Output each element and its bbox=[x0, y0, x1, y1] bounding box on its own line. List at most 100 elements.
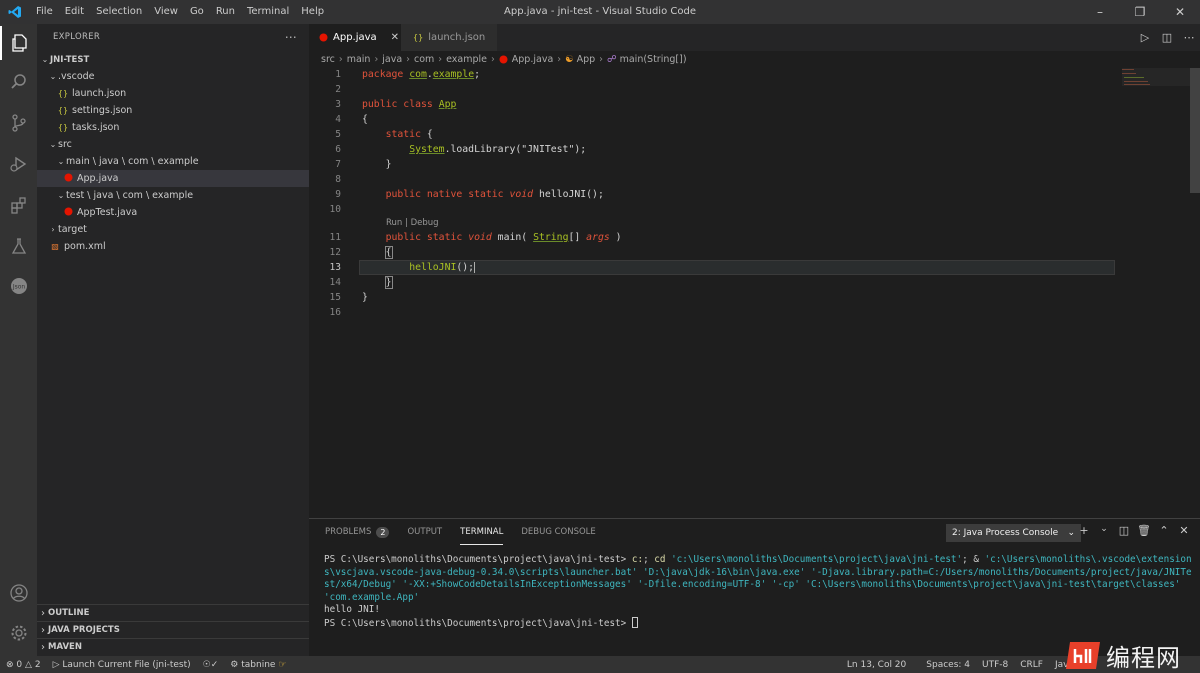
tree-folder-target[interactable]: › target bbox=[37, 221, 309, 238]
xml-file-icon: ▧ bbox=[51, 242, 59, 251]
minimize-button[interactable]: – bbox=[1080, 0, 1120, 24]
svg-text:Json: Json bbox=[11, 284, 25, 291]
terminal-output[interactable]: PS C:\Users\monoliths\Documents\project\… bbox=[324, 554, 1194, 630]
more-actions-icon[interactable]: ⋯ bbox=[285, 30, 297, 44]
new-terminal-icon[interactable]: + bbox=[1074, 524, 1094, 537]
tree-file-settings-json[interactable]: {} settings.json bbox=[37, 102, 309, 119]
split-terminal-icon[interactable]: ◫ bbox=[1114, 524, 1134, 537]
code-line: } bbox=[362, 159, 392, 170]
tree-folder-test[interactable]: ⌄ test \ java \ com \ example bbox=[37, 187, 309, 204]
java-status[interactable]: ☉✓ bbox=[197, 660, 225, 670]
section-java-projects[interactable]: › JAVA PROJECTS bbox=[37, 621, 309, 638]
codelens-run-debug[interactable]: Run | Debug bbox=[386, 218, 439, 228]
section-maven[interactable]: › MAVEN bbox=[37, 638, 309, 655]
close-tab-icon[interactable]: ✕ bbox=[391, 32, 399, 43]
menu-help[interactable]: Help bbox=[295, 0, 330, 24]
menu-selection[interactable]: Selection bbox=[90, 0, 148, 24]
crumb-com[interactable]: com bbox=[414, 54, 434, 65]
extensions-icon[interactable] bbox=[0, 188, 37, 222]
problems-status[interactable]: ⊗ 0 △ 2 bbox=[0, 660, 47, 670]
code-line: public class App bbox=[362, 99, 457, 110]
explorer-icon[interactable] bbox=[0, 26, 37, 60]
activity-bar: Json bbox=[0, 24, 37, 656]
account-icon[interactable] bbox=[0, 576, 37, 610]
close-panel-icon[interactable]: ✕ bbox=[1174, 524, 1194, 537]
minimap[interactable] bbox=[1122, 68, 1190, 98]
tab-terminal[interactable]: TERMINAL bbox=[460, 519, 504, 545]
menu-bar: File Edit Selection View Go Run Terminal… bbox=[30, 0, 330, 24]
line-number: 1 bbox=[335, 69, 341, 80]
close-window-button[interactable]: ✕ bbox=[1160, 0, 1200, 24]
editor-scrollbar[interactable] bbox=[1190, 68, 1200, 193]
tree-file-launch-json[interactable]: {} launch.json bbox=[37, 85, 309, 102]
more-actions-icon[interactable]: ⋯ bbox=[1178, 31, 1200, 44]
tree-folder-main[interactable]: ⌄ main \ java \ com \ example bbox=[37, 153, 309, 170]
menu-terminal[interactable]: Terminal bbox=[241, 0, 295, 24]
tabnine-icon: ⚙ bbox=[230, 659, 239, 670]
crumb-src[interactable]: src bbox=[321, 54, 335, 65]
eol-status[interactable]: CRLF bbox=[1014, 660, 1049, 670]
crumb-main[interactable]: main bbox=[347, 54, 371, 65]
json-file-icon: {} bbox=[413, 33, 424, 42]
vscode-logo-icon bbox=[0, 0, 30, 24]
crumb-file[interactable]: App.java bbox=[512, 54, 553, 65]
menu-run[interactable]: Run bbox=[210, 0, 241, 24]
restore-button[interactable]: ❐ bbox=[1120, 0, 1160, 24]
crumb-example[interactable]: example bbox=[446, 54, 487, 65]
indentation-status[interactable]: Spaces: 4 bbox=[920, 660, 976, 670]
tab-output[interactable]: OUTPUT bbox=[407, 519, 442, 545]
crumb-java[interactable]: java bbox=[382, 54, 402, 65]
chevron-down-icon[interactable]: ⌄ bbox=[1094, 524, 1114, 537]
crumb-class[interactable]: App bbox=[577, 54, 596, 65]
code-line: public static void main( String[] args ) bbox=[385, 232, 622, 243]
run-debug-icon[interactable] bbox=[0, 147, 37, 181]
line-number: 8 bbox=[335, 174, 341, 185]
line-number: 6 bbox=[335, 144, 341, 155]
tab-debug-console[interactable]: DEBUG CONSOLE bbox=[521, 519, 595, 545]
problems-count-badge: 2 bbox=[376, 526, 390, 538]
java-error-icon bbox=[499, 55, 508, 64]
breadcrumb: src › main › java › com › example › App.java ›… bbox=[321, 54, 687, 65]
explorer-sidebar: EXPLORER ⋯ ⌄ JNI-TEST ⌄ .vscode {} launch.j… bbox=[37, 24, 309, 656]
tree-folder-vscode[interactable]: ⌄ .vscode bbox=[37, 68, 309, 85]
tree-folder-src[interactable]: ⌄ src bbox=[37, 136, 309, 153]
menu-edit[interactable]: Edit bbox=[59, 0, 90, 24]
cursor-position[interactable]: Ln 13, Col 20 bbox=[841, 660, 912, 670]
line-number: 13 bbox=[329, 262, 341, 273]
terminal-select[interactable]: 2: Java Process Console ⌄ bbox=[946, 524, 1081, 542]
json-file-icon: {} bbox=[57, 123, 69, 132]
warning-icon: △ bbox=[25, 659, 32, 670]
launch-config-status[interactable]: ▷ Launch Current File (jni-test) bbox=[47, 660, 197, 670]
maximize-panel-icon[interactable]: ⌃ bbox=[1154, 524, 1174, 537]
search-icon[interactable] bbox=[0, 65, 37, 99]
tabnine-status[interactable]: ⚙ tabnine ☞ bbox=[224, 660, 292, 670]
menu-view[interactable]: View bbox=[148, 0, 184, 24]
run-file-icon[interactable]: ▷ bbox=[1134, 31, 1156, 44]
testing-flask-icon[interactable] bbox=[0, 229, 37, 263]
tab-problems[interactable]: PROBLEMS 2 bbox=[325, 519, 390, 545]
code-editor[interactable]: 1 2 3 4 5 6 7 8 9 10 11 12 13 14 15 16 p… bbox=[309, 68, 1200, 518]
code-line: public native static void helloJNI(); bbox=[385, 189, 604, 200]
code-line: { bbox=[384, 246, 393, 259]
source-control-icon[interactable] bbox=[0, 106, 37, 140]
tree-file-pom-xml[interactable]: ▧ pom.xml bbox=[37, 238, 309, 255]
line-number: 16 bbox=[329, 307, 341, 318]
encoding-status[interactable]: UTF-8 bbox=[976, 660, 1014, 670]
line-number: 14 bbox=[329, 277, 341, 288]
split-editor-icon[interactable]: ◫ bbox=[1156, 31, 1178, 44]
section-outline[interactable]: › OUTLINE bbox=[37, 604, 309, 621]
settings-gear-icon[interactable] bbox=[0, 616, 37, 650]
trash-icon[interactable]: 🗑 bbox=[1134, 524, 1154, 537]
json-extension-icon[interactable]: Json bbox=[0, 269, 37, 303]
tree-file-app-java[interactable]: App.java bbox=[37, 170, 309, 187]
tab-launch-json[interactable]: {} launch.json bbox=[401, 24, 497, 51]
line-number: 2 bbox=[335, 84, 341, 95]
tree-file-apptest-java[interactable]: AppTest.java bbox=[37, 204, 309, 221]
crumb-method[interactable]: main(String[]) bbox=[620, 54, 687, 65]
tab-app-java[interactable]: App.java ✕ bbox=[309, 24, 401, 51]
project-root[interactable]: ⌄ JNI-TEST bbox=[37, 51, 309, 68]
menu-file[interactable]: File bbox=[30, 0, 59, 24]
menu-go[interactable]: Go bbox=[184, 0, 210, 24]
java-error-icon bbox=[61, 207, 75, 218]
tree-file-tasks-json[interactable]: {} tasks.json bbox=[37, 119, 309, 136]
